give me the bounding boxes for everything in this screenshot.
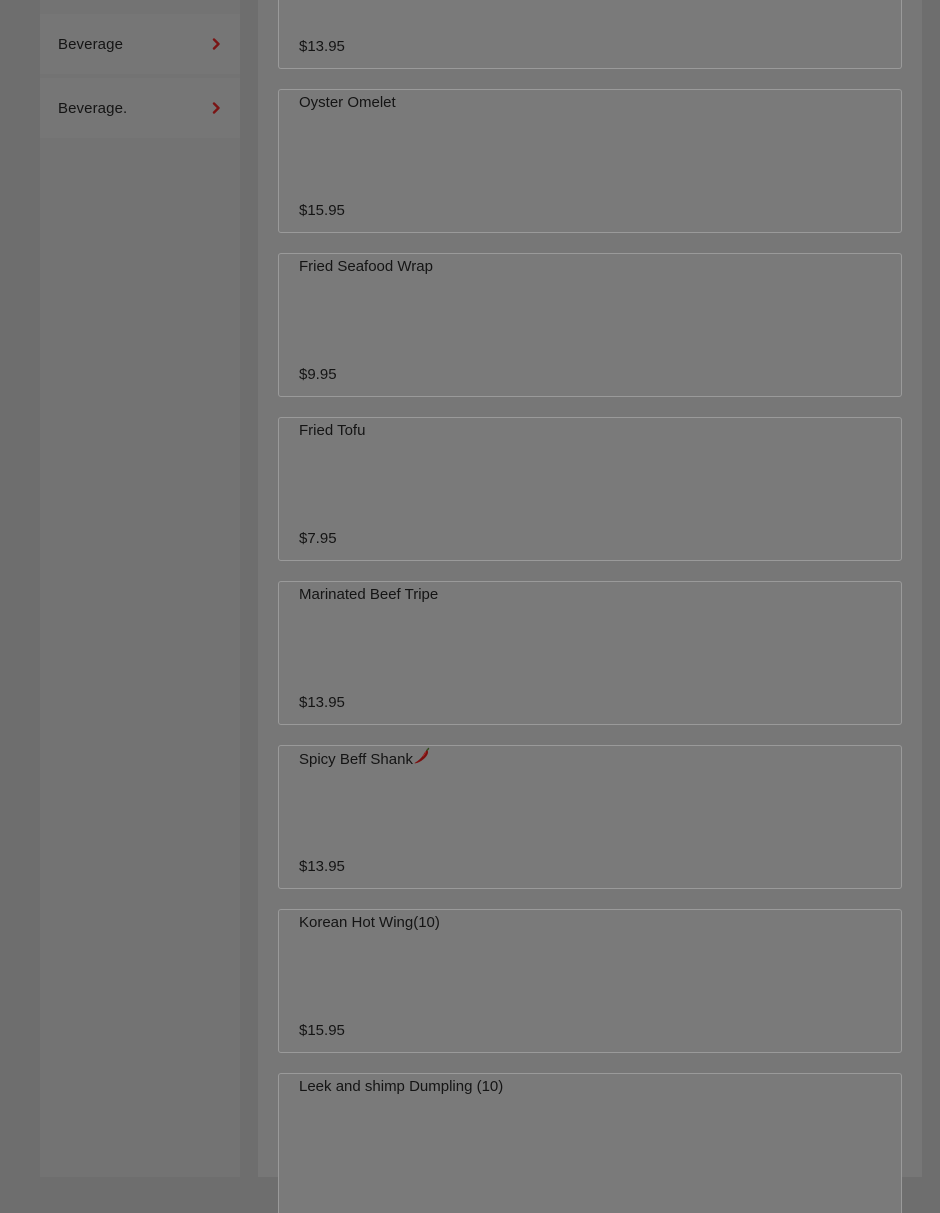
menu-item-price: $13.95 — [299, 694, 345, 711]
menu-item-name: Oyster Omelet — [299, 94, 396, 111]
menu-item-card[interactable]: Spicy Beff Shank $13.95 — [278, 745, 902, 889]
menu-item-card[interactable]: Fried Seafood Wrap $9.95 — [278, 253, 902, 397]
menu-item-name-row: Spicy Beff Shank — [299, 747, 431, 768]
menu-item-card[interactable]: Fried Tofu $7.95 — [278, 417, 902, 561]
category-item-beverage-dot[interactable]: Beverage. — [40, 78, 240, 138]
menu-item-price: $15.95 — [299, 202, 345, 219]
menu-item-price: $13.95 — [299, 38, 345, 55]
menu-item-card[interactable]: Oyster Omelet $15.95 — [278, 89, 902, 233]
menu-item-name: Fried Seafood Wrap — [299, 258, 433, 275]
chili-pepper-icon — [413, 747, 431, 765]
menu-item-price: $13.95 — [299, 858, 345, 875]
category-label: Beverage — [58, 35, 124, 53]
menu-item-card[interactable]: Marinated Beef Tripe $13.95 — [278, 581, 902, 725]
chevron-right-icon — [210, 38, 222, 50]
menu-item-name: Leek and shimp Dumpling (10) — [299, 1078, 504, 1095]
menu-item-name: Marinated Beef Tripe — [299, 586, 439, 603]
menu-item-card[interactable]: Korean Hot Wing(10) $15.95 — [278, 909, 902, 1053]
menu-item-price: $9.95 — [299, 366, 337, 383]
category-item-beverage[interactable]: Beverage — [40, 14, 240, 74]
menu-item-name: Spicy Beff Shank — [299, 750, 413, 768]
menu-item-price: $7.95 — [299, 530, 337, 547]
category-sidebar: Beverage Beverage. — [40, 0, 240, 1177]
menu-item-card[interactable]: $13.95 — [278, 0, 902, 69]
menu-item-name: Fried Tofu — [299, 422, 366, 439]
menu-item-name: Korean Hot Wing(10) — [299, 914, 440, 931]
category-label: Beverage. — [58, 99, 128, 117]
menu-item-price: $15.95 — [299, 1022, 345, 1039]
chevron-right-icon — [210, 102, 222, 114]
menu-item-card[interactable]: Leek and shimp Dumpling (10) — [278, 1073, 902, 1213]
menu-item-list: $13.95 Oyster Omelet $15.95 Fried Seafoo… — [258, 0, 922, 1213]
